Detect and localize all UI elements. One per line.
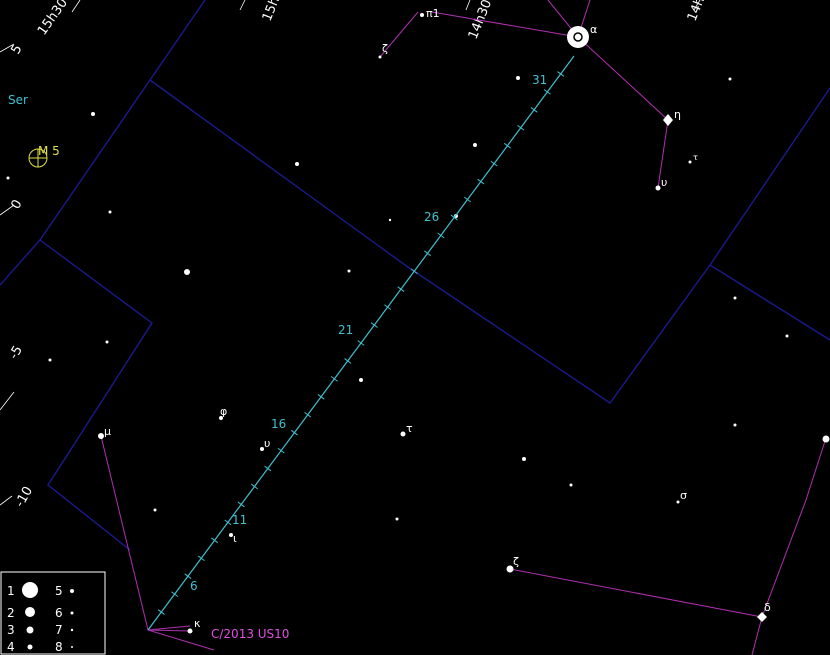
star-tau-small: [688, 160, 692, 164]
comet-date-label: 11: [232, 513, 247, 527]
star-dot: [388, 218, 392, 222]
label-upsilon-r: υ: [661, 176, 667, 189]
label-pi1: π1: [426, 7, 440, 20]
comet-date-label: 31: [532, 73, 547, 87]
star-tau: [400, 431, 406, 437]
label-phi: φ: [220, 405, 227, 418]
legend-box: [0, 571, 106, 655]
legend-star-mag3: [26, 626, 34, 634]
star-dot: [785, 334, 789, 338]
label-upsilon: υ: [264, 437, 270, 450]
star-dot: [91, 112, 95, 116]
star-dot: [822, 435, 830, 443]
star-dot: [347, 269, 351, 273]
constellation-abbrev: Ser: [8, 93, 28, 107]
magnitude-legend: 1 2 3 4 5 6 7 8: [0, 571, 106, 655]
star-dot: [105, 340, 109, 344]
star-dot: [6, 176, 10, 180]
star-upsilon-r: [655, 185, 661, 191]
star-pi1: [420, 13, 424, 17]
star-dot: [728, 77, 732, 81]
star-dot: [522, 457, 526, 461]
legend-star-mag6: [70, 611, 74, 615]
legend-star-mag5: [70, 589, 74, 593]
star-dot: [359, 378, 363, 382]
label-eta: η: [674, 108, 681, 121]
star-alpha: [567, 26, 589, 48]
star-dot: [473, 143, 477, 147]
legend-label: 5: [55, 584, 63, 598]
m5-label: M 5: [38, 144, 60, 158]
legend-label: 4: [7, 640, 15, 654]
star-dot: [153, 508, 157, 512]
label-alpha: α: [590, 23, 597, 36]
legend-label: 2: [7, 606, 15, 620]
star-dot: [395, 517, 399, 521]
label-sigma: σ: [680, 489, 687, 502]
label-mu: μ: [104, 425, 111, 438]
legend-label: 3: [7, 623, 15, 637]
label-zeta: ζ: [513, 555, 519, 568]
star-dot: [108, 210, 112, 214]
star-dot: [516, 76, 520, 80]
legend-label: 8: [55, 640, 63, 654]
star-dot: [48, 358, 52, 362]
comet-date-label: 6: [190, 579, 198, 593]
legend-label: 1: [7, 584, 15, 598]
label-tau-small: τ: [693, 153, 698, 162]
star-dot: [295, 162, 299, 166]
legend-star-mag4: [27, 644, 33, 650]
comet-date-label: 21: [338, 323, 353, 337]
comet-date-label: 26: [424, 210, 439, 224]
label-tau: τ: [406, 422, 413, 435]
sky-background: [0, 0, 830, 655]
star-dot: [733, 423, 737, 427]
legend-star-mag8: [71, 646, 73, 648]
star-dot: [184, 269, 190, 275]
star-dot: [569, 483, 573, 487]
comet-name: C/2013 US10: [211, 627, 289, 641]
label-kappa: κ: [194, 617, 201, 630]
label-delta: δ: [764, 601, 771, 614]
legend-star-mag1: [22, 582, 38, 598]
legend-label: 6: [55, 606, 63, 620]
label-iota: ι: [233, 532, 237, 545]
star-chart: 15h30 15h 14h30 14h 5 0 -5 -10 π1 ζ α η …: [0, 0, 830, 655]
legend-star-mag2: [25, 607, 35, 617]
star-dot: [733, 296, 737, 300]
legend-star-mag7: [70, 628, 74, 632]
legend-label: 7: [55, 623, 63, 637]
label-zeta-top: ζ: [382, 42, 388, 55]
comet-date-label: 16: [271, 417, 286, 431]
star-kappa: [187, 628, 193, 634]
star-dot: [378, 55, 382, 59]
